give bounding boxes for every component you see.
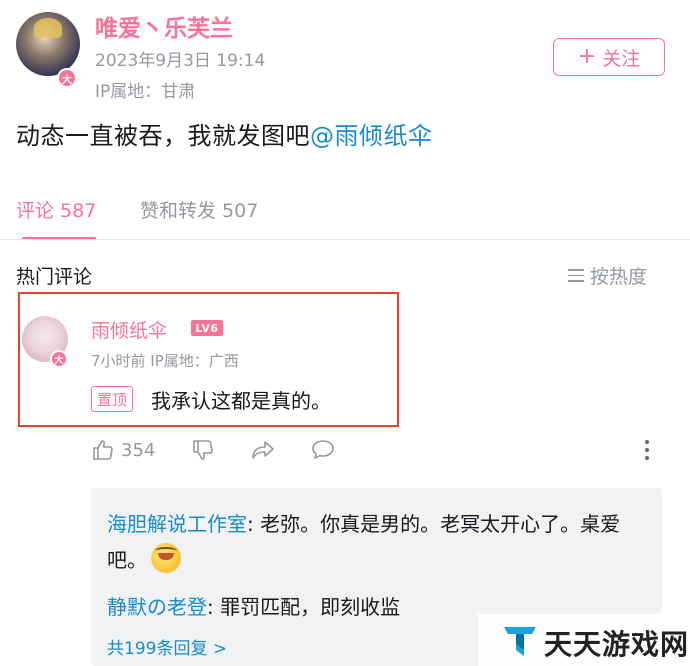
reply-button[interactable] <box>310 438 336 462</box>
plus-icon: + <box>577 44 597 69</box>
more-options-icon[interactable] <box>645 440 649 464</box>
post-mention-link[interactable]: @雨倾纸伞 <box>310 122 433 150</box>
comment-meta: 7小时前 IP属地：广西 <box>91 352 239 370</box>
divider <box>0 239 690 240</box>
commenter-avatar-badge: 大 <box>50 350 68 368</box>
reply-item: 海胆解说工作室: 老弥。你真是男的。老冥太开心了。桌爱吧。 <box>107 506 647 578</box>
post-text: 动态一直被吞，我就发图吧 <box>16 122 310 150</box>
laughing-emoji-icon <box>151 543 181 573</box>
thumbs-up-icon <box>93 440 113 460</box>
site-logo-icon <box>504 627 536 656</box>
reply-author[interactable]: 海胆解说工作室 <box>107 512 247 536</box>
thumbs-down-icon <box>193 440 213 460</box>
reply-item: 静默の老登: 罪罚匹配，即刻收监 <box>107 591 400 620</box>
post-body: 动态一直被吞，我就发图吧@雨倾纸伞 <box>16 116 433 151</box>
view-all-replies-link[interactable]: 共199条回复 > <box>107 634 227 659</box>
avatar-badge: 大 <box>57 68 77 88</box>
sort-lines-icon <box>568 269 584 282</box>
reply-text: : 罪罚匹配，即刻收监 <box>207 595 401 619</box>
share-button[interactable] <box>250 438 276 462</box>
watermark-text: 天天游戏网 <box>544 628 690 661</box>
post-timestamp: 2023年9月3日 19:14 <box>95 51 266 71</box>
sort-button[interactable]: 按热度 <box>568 262 647 289</box>
level-badge: LV6 <box>191 320 223 336</box>
dislike-button[interactable] <box>191 438 215 462</box>
like-button[interactable]: 354 <box>91 438 155 462</box>
pinned-tag: 置顶 <box>91 386 134 412</box>
tab-comments[interactable]: 评论 587 <box>16 196 96 223</box>
author-avatar[interactable] <box>16 12 80 76</box>
comment-bubble-icon <box>312 440 334 459</box>
share-arrow-icon <box>252 441 274 459</box>
comment-text: 我承认这都是真的。 <box>151 389 331 413</box>
like-count: 354 <box>121 439 156 461</box>
hot-comments-heading: 热门评论 <box>16 266 93 288</box>
tab-likes-forwards[interactable]: 赞和转发 507 <box>140 196 258 223</box>
follow-label: 关注 <box>602 47 641 70</box>
reply-author[interactable]: 静默の老登 <box>107 595 207 619</box>
commenter-name[interactable]: 雨倾纸伞 <box>91 316 167 343</box>
post-ip-location: IP属地：甘肃 <box>95 82 196 102</box>
post-author-name[interactable]: 唯爱丶乐芙兰 <box>95 9 233 43</box>
sort-label: 按热度 <box>590 266 648 288</box>
follow-button[interactable]: + 关注 <box>553 38 665 76</box>
